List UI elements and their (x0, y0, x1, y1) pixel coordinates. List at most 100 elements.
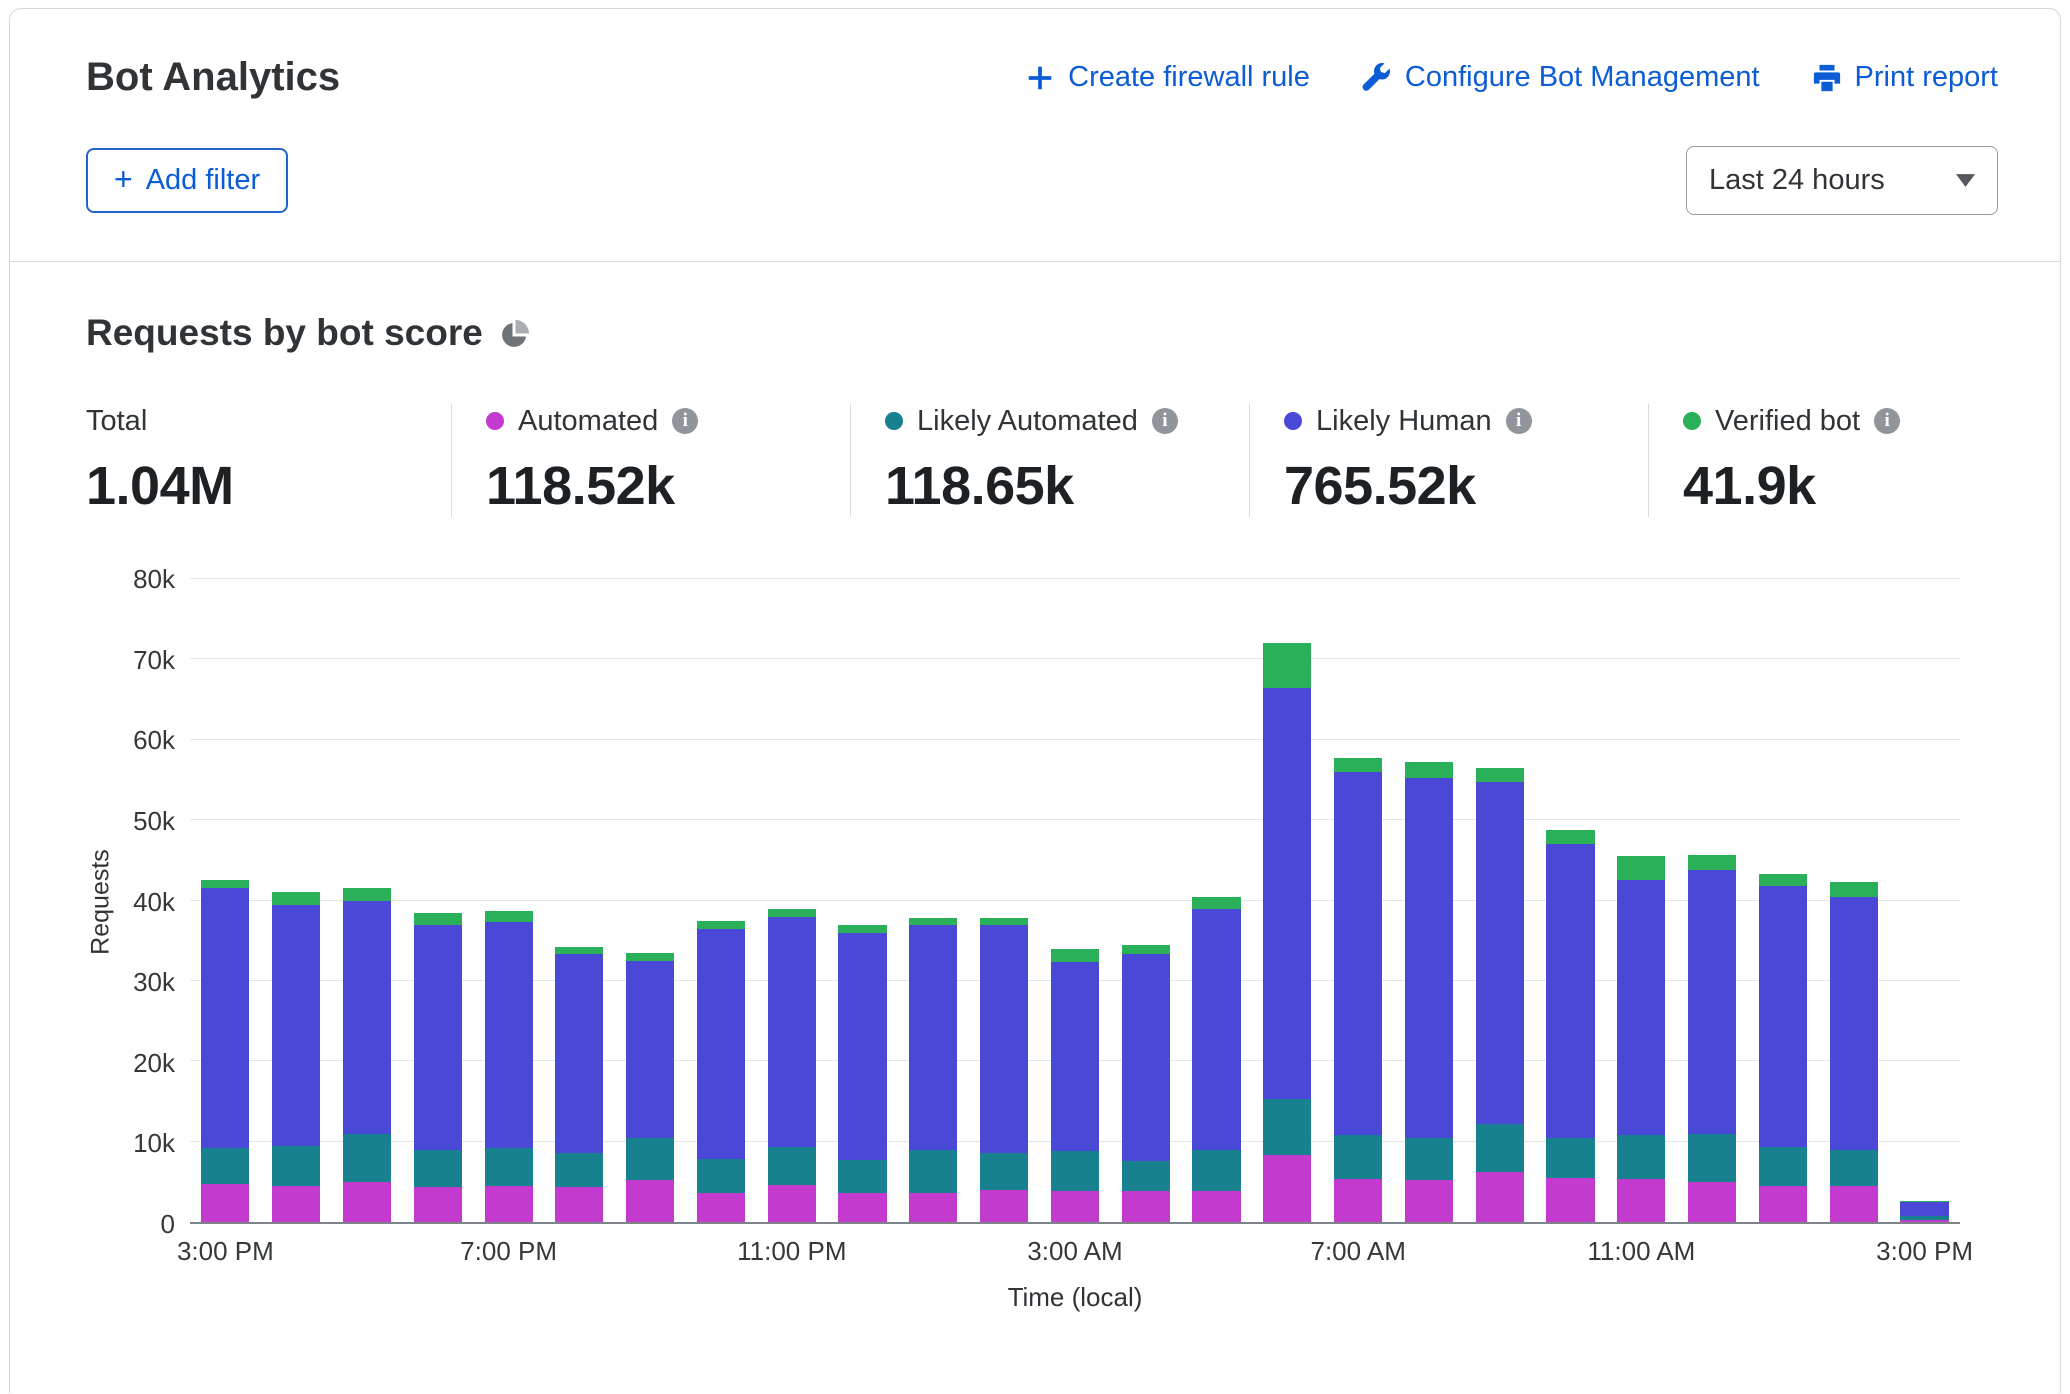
bar-10[interactable] (898, 579, 969, 1222)
bar-segment-verified-bot (343, 888, 391, 900)
chevron-down-icon (1956, 174, 1975, 187)
legend-dot (885, 412, 903, 430)
bar-segment-verified-bot (1546, 830, 1594, 844)
header-actions: Create firewall rule Configure Bot Manage… (1025, 61, 1998, 94)
bar-1[interactable] (261, 579, 332, 1222)
bar-segment-likely-human (343, 901, 391, 1134)
bar-segment-likely-human (1688, 870, 1736, 1134)
bar-5[interactable] (544, 579, 615, 1222)
time-range-select[interactable]: Last 24 hours (1686, 146, 1998, 215)
bar-segment-verified-bot (1405, 762, 1453, 777)
info-icon[interactable]: i (1152, 408, 1178, 434)
bar-segment-likely-human (1830, 897, 1878, 1150)
bar-12[interactable] (1040, 579, 1111, 1222)
bar-11[interactable] (969, 579, 1040, 1222)
bar-segment-verified-bot (1334, 758, 1382, 772)
bar-segment-likely-automated (626, 1138, 674, 1181)
bar-23[interactable] (1818, 579, 1889, 1222)
bar-15[interactable] (1252, 579, 1323, 1222)
bar-segment-likely-automated (555, 1153, 603, 1188)
bar-14[interactable] (1181, 579, 1252, 1222)
bar-segment-automated (1830, 1186, 1878, 1222)
bar-segment-verified-bot (1688, 855, 1736, 870)
bar-stack (1900, 579, 1948, 1222)
bar-2[interactable] (332, 579, 403, 1222)
bar-stack (838, 579, 886, 1222)
bar-stack (343, 579, 391, 1222)
action-label: Create firewall rule (1068, 61, 1310, 94)
bar-9[interactable] (827, 579, 898, 1222)
y-tick-label: 60k (133, 727, 175, 753)
bar-segment-automated (697, 1193, 745, 1222)
bar-13[interactable] (1110, 579, 1181, 1222)
bar-segment-likely-human (201, 888, 249, 1148)
bar-segment-automated (838, 1193, 886, 1222)
bar-segment-likely-automated (1759, 1147, 1807, 1186)
bar-stack (272, 579, 320, 1222)
bar-segment-automated (343, 1182, 391, 1222)
bar-segment-likely-human (414, 925, 462, 1150)
x-tick-label: 7:00 PM (460, 1236, 557, 1267)
bar-segment-automated (1122, 1191, 1170, 1222)
bar-segment-likely-automated (768, 1147, 816, 1185)
stat-likely-human: Likely Humani765.52k (1249, 404, 1648, 517)
bar-segment-automated (1405, 1180, 1453, 1222)
bar-stack (485, 579, 533, 1222)
bar-3[interactable] (402, 579, 473, 1222)
y-tick-label: 70k (133, 647, 175, 673)
bar-6[interactable] (615, 579, 686, 1222)
bar-19[interactable] (1535, 579, 1606, 1222)
bar-18[interactable] (1464, 579, 1535, 1222)
bar-24[interactable] (1889, 579, 1960, 1222)
bar-7[interactable] (686, 579, 757, 1222)
y-axis-title: Requests (86, 579, 116, 1224)
bar-17[interactable] (1394, 579, 1465, 1222)
bar-segment-verified-bot (414, 913, 462, 925)
bar-segment-likely-human (1263, 688, 1311, 1100)
bar-segment-likely-human (1051, 962, 1099, 1151)
bar-21[interactable] (1677, 579, 1748, 1222)
bar-stack (1617, 579, 1665, 1222)
bar-stack (1688, 579, 1736, 1222)
bar-segment-verified-bot (1263, 643, 1311, 687)
bar-0[interactable] (190, 579, 261, 1222)
main-content: Requests by bot score Total1.04MAutomate… (10, 262, 2060, 1343)
bar-20[interactable] (1606, 579, 1677, 1222)
stat-value: 118.52k (486, 455, 830, 517)
bar-segment-likely-human (1617, 880, 1665, 1135)
x-tick-label: 11:00 AM (1587, 1236, 1695, 1267)
bar-22[interactable] (1748, 579, 1819, 1222)
bar-segment-likely-automated (1192, 1150, 1240, 1191)
info-icon[interactable]: i (1506, 408, 1532, 434)
bar-segment-likely-automated (1334, 1135, 1382, 1179)
bar-segment-likely-human (1192, 909, 1240, 1150)
action-create-firewall-rule[interactable]: Create firewall rule (1025, 61, 1310, 94)
wrench-icon (1362, 63, 1392, 93)
bar-segment-likely-automated (414, 1150, 462, 1188)
info-icon[interactable]: i (1874, 408, 1900, 434)
add-filter-button[interactable]: + Add filter (86, 148, 288, 213)
bar-segment-automated (1263, 1155, 1311, 1222)
bar-segment-likely-automated (1546, 1138, 1594, 1178)
bar-segment-likely-automated (1122, 1161, 1170, 1191)
time-range-value: Last 24 hours (1709, 164, 1885, 197)
info-icon[interactable]: i (672, 408, 698, 434)
bar-16[interactable] (1323, 579, 1394, 1222)
bar-segment-likely-human (909, 925, 957, 1150)
bar-4[interactable] (473, 579, 544, 1222)
y-tick-label: 50k (133, 808, 175, 834)
bar-segment-automated (626, 1180, 674, 1222)
bar-segment-likely-human (1759, 886, 1807, 1147)
bar-stack (201, 579, 249, 1222)
bar-8[interactable] (756, 579, 827, 1222)
stat-label: Likely Human (1316, 405, 1492, 438)
bar-segment-automated (1900, 1220, 1948, 1222)
x-tick-labels: 3:00 PM7:00 PM11:00 PM3:00 AM7:00 AM11:0… (190, 1236, 1960, 1274)
section-title: Requests by bot score (86, 312, 483, 354)
plot-area (190, 579, 1960, 1224)
bar-segment-likely-automated (272, 1146, 320, 1186)
action-label: Print report (1855, 61, 1998, 94)
action-configure-bot-management[interactable]: Configure Bot Management (1362, 61, 1760, 94)
action-print-report[interactable]: Print report (1812, 61, 1998, 94)
bar-segment-likely-human (555, 954, 603, 1153)
